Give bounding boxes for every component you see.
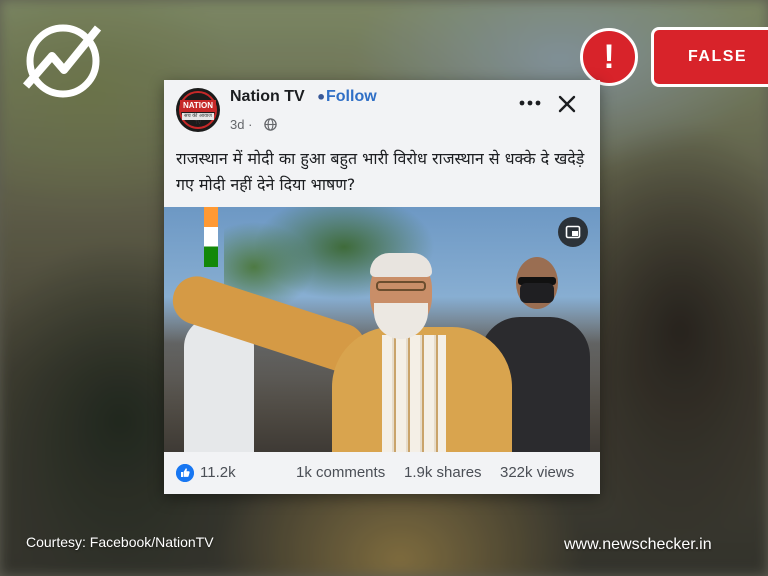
comments-count[interactable]: 1k comments: [296, 464, 385, 481]
globe-icon: [264, 118, 277, 131]
alert-icon: !: [580, 28, 638, 86]
avatar-text: NATION: [180, 100, 216, 112]
site-url: www.newschecker.in: [564, 536, 712, 553]
courtesy-text: Courtesy: Facebook/NationTV: [26, 534, 214, 550]
follow-button[interactable]: Follow: [326, 88, 377, 106]
post-stats-bar: 11.2k 1k comments 1.9k shares 322k views: [164, 452, 600, 494]
likes-count[interactable]: 11.2k: [200, 464, 236, 481]
facebook-post-card: NATION सच की आवाज TV Nation TV • Follow …: [164, 80, 600, 494]
like-icon[interactable]: [176, 464, 194, 482]
post-video[interactable]: [164, 207, 600, 452]
shares-count[interactable]: 1.9k shares: [404, 464, 482, 481]
glasses: [376, 281, 426, 291]
post-meta: 3d ·: [230, 117, 252, 132]
post-time[interactable]: 3d: [230, 117, 244, 132]
newschecker-logo-icon: [22, 24, 102, 98]
views-count: 322k views: [500, 464, 575, 481]
more-options-icon[interactable]: [518, 96, 542, 110]
verdict-label: FALSE: [688, 48, 748, 65]
post-caption: राजस्थान में मोदी का हुआ बहुत भारी विरोध…: [176, 149, 585, 194]
hair: [370, 253, 432, 277]
close-icon[interactable]: [556, 93, 578, 115]
avatar-subtext: सच की आवाज TV: [182, 113, 214, 126]
page-name-link[interactable]: Nation TV: [230, 88, 305, 106]
post-header: NATION सच की आवाज TV Nation TV • Follow …: [164, 80, 600, 140]
picture-in-picture-button[interactable]: [558, 217, 588, 247]
face-mask: [520, 283, 554, 303]
flag-image: [204, 207, 218, 267]
alert-symbol: !: [603, 37, 615, 76]
scarf: [382, 335, 446, 452]
picture-in-picture-icon: [565, 225, 581, 239]
page-avatar[interactable]: NATION सच की आवाज TV: [176, 88, 220, 132]
header-separator: •: [316, 88, 327, 107]
meta-separator: ·: [248, 117, 253, 132]
verdict-badge: FALSE: [651, 27, 768, 87]
